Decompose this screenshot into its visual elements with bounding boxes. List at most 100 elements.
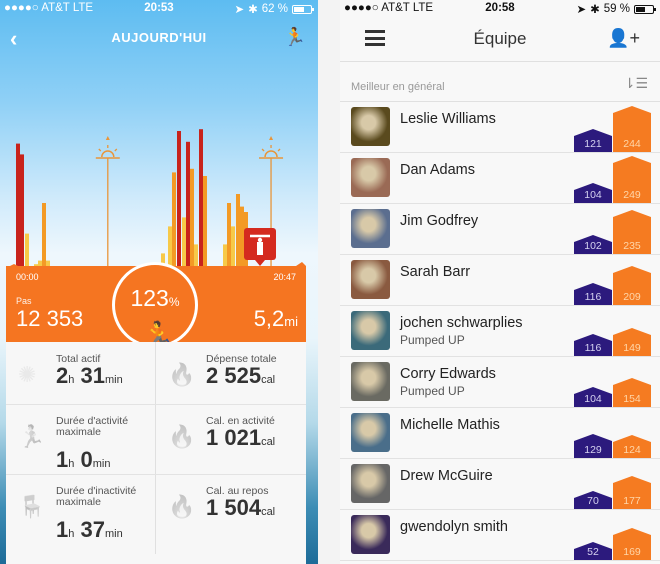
team-list: Leslie Williams 121 244 Dan Adams 104 249 Jim … [340,102,660,561]
stat-number: 2 [56,363,69,388]
purple-score: 116 [584,291,602,303]
battery-icon [634,4,656,14]
distance-value: 5,2mi [254,306,298,332]
avatar[interactable] [351,362,390,401]
member-name: Jim Godfrey [400,213,479,229]
activity-bar [227,203,231,266]
purple-score: 104 [584,393,602,405]
team-member-row[interactable]: Dan Adams 104 249 [340,153,660,204]
orange-score-bar: 177 [613,476,651,509]
team-member-row[interactable]: jochen schwarplies Pumped UP 116 149 [340,306,660,357]
percent-sign: % [168,295,180,309]
activity-burst-icon: ✺ [18,362,37,387]
activity-bar [240,206,244,266]
stat-value: 1 021cal [206,425,275,451]
team-member-row[interactable]: Drew McGuire 70 177 [340,459,660,510]
goal-percent-number: 123 [130,285,169,311]
avatar[interactable] [351,464,390,503]
orange-score-bar: 209 [613,266,651,305]
purple-score-bar: 104 [574,387,612,407]
orange-score-bar: 124 [613,435,651,458]
stat-number: 31 [80,363,105,388]
stat-unit: h [68,458,75,470]
running-person-icon: 🏃 [18,424,46,449]
activity-bar [182,217,186,266]
avatar[interactable] [351,260,390,299]
member-name: Dan Adams [400,162,475,178]
battery-percent: 62 % [261,3,288,15]
page-title: AUJOURD'HUI [111,30,207,45]
stat-unit: min [92,458,111,470]
activity-bar [236,194,240,266]
activity-bar [223,244,227,266]
orange-score-bar: 235 [613,210,651,254]
status-time: 20:58 [485,2,515,14]
today-screen: ●●●●○ AT&T LTE 20:53 ➤ ✱ 62 % ‹ AUJOURD'… [0,0,318,564]
sort-button[interactable]: ⇂☰ [624,75,648,92]
chair-icon: 🪑 [18,494,46,519]
member-name: gwendolyn smith [400,519,508,535]
stat-number: 1 504 [206,495,262,520]
activity-bar [199,129,203,266]
orange-score-bar: 149 [613,328,651,356]
avatar[interactable] [351,515,390,554]
chart-start-time: 00:00 [16,272,39,282]
orange-score: 235 [623,240,641,252]
avatar[interactable] [351,311,390,350]
activity-bar [16,143,20,266]
add-activity-button[interactable]: 🏃 [284,27,306,48]
orange-score: 249 [623,189,641,201]
team-member-row[interactable]: Corry Edwards Pumped UP 104 154 [340,357,660,408]
runner-plus-icon: 🏃 [283,27,306,47]
stat-value: 1 504cal [206,495,275,521]
status-bar: ●●●●○ AT&T LTE 20:58 ➤ ✱ 59 % [340,0,660,18]
avatar[interactable] [351,107,390,146]
stat-unit: h [68,528,75,540]
add-user-button[interactable]: 👤+ [607,28,640,49]
stat-number: 37 [80,517,105,542]
team-member-row[interactable]: Leslie Williams 121 244 [340,102,660,153]
stat-value: 2h 31min [56,363,123,389]
flames-icon: 🔥 [168,362,196,387]
activity-chart[interactable] [0,60,318,270]
distance-unit: mi [284,314,298,329]
purple-score: 104 [584,189,602,201]
team-member-row[interactable]: gwendolyn smith 52 169 [340,510,660,561]
bluetooth-icon: ✱ [248,4,258,16]
steps-value: 12 353 [16,306,84,331]
avatar[interactable] [351,209,390,248]
activity-bar [168,226,172,266]
chart-end-time: 20:47 [273,272,296,282]
stat-number: 2 525 [206,363,262,388]
avatar[interactable] [351,158,390,197]
team-header: Équipe 👤+ [340,20,660,62]
orange-score-bar: 244 [613,106,651,152]
grid-divider [155,342,156,554]
avatar[interactable] [351,413,390,452]
orange-score-bar: 154 [613,378,651,407]
team-member-row[interactable]: Jim Godfrey 102 235 [340,204,660,255]
battery-icon [292,4,314,14]
team-member-row[interactable]: Sarah Barr 116 209 [340,255,660,306]
member-name: Sarah Barr [400,264,471,280]
stat-number: 1 021 [206,425,262,450]
stat-label: Durée d'inactivité maximale [56,485,137,508]
location-icon: ➤ [234,4,245,16]
flame-icon: 🔥 [168,424,196,449]
orange-score: 149 [623,342,641,354]
activity-bar [203,176,207,266]
flame-icon: 🔥 [168,494,196,519]
purple-score-bar: 121 [574,129,612,152]
sort-label: Meilleur en général [351,81,445,93]
stat-number: 1 [56,517,69,542]
activity-bar [231,226,235,266]
activity-bar [172,172,176,266]
stat-unit: min [104,528,123,540]
purple-score: 121 [584,138,602,150]
goal-percent: 123% [115,285,195,312]
bluetooth-icon: ✱ [590,4,600,16]
purple-score: 102 [584,240,602,252]
purple-score-bar: 104 [574,183,612,203]
purple-score-bar: 116 [574,283,612,305]
team-member-row[interactable]: Michelle Mathis 129 124 [340,408,660,459]
